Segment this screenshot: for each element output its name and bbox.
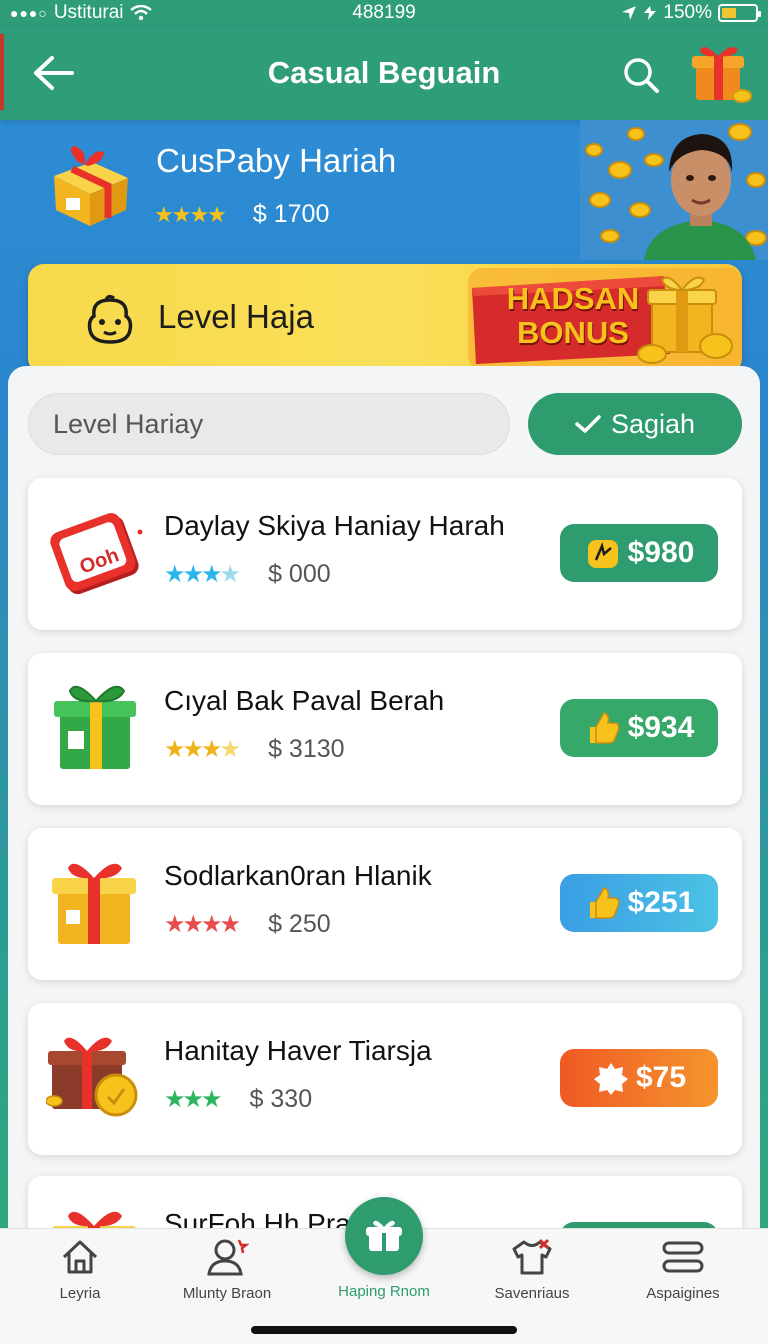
price-label: $980 xyxy=(627,536,695,569)
check-icon xyxy=(575,415,601,433)
price-button[interactable]: $251 xyxy=(560,874,718,932)
item-name: Sodlarkan0ran Hlanik xyxy=(164,860,432,891)
price-label: $934 xyxy=(627,711,695,744)
status-bar: ●●●○ Ustiturai 488199 150% xyxy=(0,0,768,26)
wifi-icon xyxy=(129,5,152,21)
item-card[interactable]: Sodlarkan0ran Hlanik ★★★★ $ 250 $251 xyxy=(28,828,742,980)
item-rating-stars: ★★★★ xyxy=(164,561,241,588)
level-label: Level Haja xyxy=(158,298,314,335)
level-face-icon xyxy=(84,294,136,346)
bonus-text: HADSAN BONUS xyxy=(488,282,658,350)
hero-gift-icon xyxy=(44,140,134,230)
price-label: $75 xyxy=(635,1061,687,1094)
item-rating-stars: ★★★★ xyxy=(164,911,241,938)
bonus-line-2: BONUS xyxy=(517,315,629,350)
back-arrow-icon xyxy=(34,56,74,90)
battery-percent: 150% xyxy=(663,2,712,23)
nav-item-aspaigines[interactable]: Aspaigines xyxy=(608,1237,758,1302)
red-ticket-icon: Ooh xyxy=(46,502,146,602)
item-rating-stars: ★★★★ xyxy=(164,736,241,763)
hero-section: CusPaby Hariah ★★★★ $ 1700 xyxy=(0,120,768,265)
app-bar: Casual Beguain xyxy=(0,26,768,120)
nav-item-haping-rnom[interactable] xyxy=(345,1197,423,1275)
green-gift-icon xyxy=(46,677,146,777)
home-icon xyxy=(62,1240,98,1274)
item-card[interactable]: Hanitay Haver Tiarsja ★★★ $ 330 $75 xyxy=(28,1003,742,1155)
sagiah-button[interactable]: Sagiah xyxy=(528,393,742,455)
nav-label: Haping Rnom xyxy=(338,1283,430,1300)
item-rating-stars: ★★★ xyxy=(164,1086,223,1113)
kid-with-coins-image xyxy=(580,120,768,260)
hero-title: CusPaby Hariah xyxy=(156,142,397,179)
location-arrow-icon xyxy=(622,6,637,20)
nav-item-leyria[interactable]: Leyria xyxy=(5,1237,155,1302)
thumbs-up-icon xyxy=(589,887,620,919)
sagiah-button-label: Sagiah xyxy=(610,408,696,439)
badge-star-icon xyxy=(593,1063,628,1095)
yellow-gift-icon xyxy=(46,852,146,952)
item-price-note: $ 250 xyxy=(268,910,331,938)
gift-basket-icon xyxy=(366,1220,402,1251)
item-name: Hanitay Haver Tiarsja xyxy=(164,1035,432,1066)
bonus-badge[interactable]: HADSAN BONUS xyxy=(468,268,742,370)
profile-icon xyxy=(207,1239,249,1276)
hero-price: $ 1700 xyxy=(252,200,330,228)
nav-label: Aspaigines xyxy=(646,1285,720,1302)
level-search-input[interactable] xyxy=(28,393,510,455)
clock: 488199 xyxy=(352,2,416,23)
nav-label: Savenriaus xyxy=(494,1285,570,1302)
nav-label: Mlunty Braon xyxy=(182,1285,272,1302)
hero-rating-stars: ★★★★ xyxy=(154,201,227,227)
bonus-line-1: HADSAN xyxy=(506,281,640,316)
item-card[interactable]: Ooh Daylay Skiya Haniay Harah ★★★★ $ 000… xyxy=(28,478,742,630)
battery-icon xyxy=(718,4,761,22)
price-button[interactable]: $934 xyxy=(560,699,718,757)
gold-crown-icon xyxy=(587,540,618,568)
item-name: Daylay Skiya Haniay Harah xyxy=(164,510,505,541)
item-name: Cıyal Bak Paval Berah xyxy=(164,685,445,716)
data-arrow-icon xyxy=(644,6,657,20)
signal-dots-icon: ●●●○ xyxy=(10,5,48,21)
nav-item-savenriaus[interactable]: Savenriaus xyxy=(457,1237,607,1302)
brown-gift-coin-icon xyxy=(45,1027,146,1127)
price-button[interactable]: $980 xyxy=(560,524,718,582)
price-button[interactable]: $75 xyxy=(560,1049,718,1107)
nav-label: Leyria xyxy=(59,1285,101,1302)
price-label: $251 xyxy=(627,886,695,919)
home-indicator[interactable] xyxy=(251,1326,517,1334)
menu-icon xyxy=(662,1241,704,1273)
item-price-note: $ 330 xyxy=(249,1085,313,1113)
search-button[interactable] xyxy=(616,50,666,100)
gift-button[interactable] xyxy=(690,40,754,106)
item-card[interactable]: Cıyal Bak Paval Berah ★★★★ $ 3130 $934 xyxy=(28,653,742,805)
item-price-note: $ 000 xyxy=(268,560,331,588)
shirt-icon xyxy=(512,1238,552,1275)
edge-accent xyxy=(0,34,4,110)
gift-box-icon xyxy=(692,47,752,103)
level-banner[interactable]: Level Haja HADSAN BONUS xyxy=(28,264,742,374)
search-icon xyxy=(624,58,659,93)
nav-item-mlunty-braon[interactable]: Mlunty Braon xyxy=(152,1237,302,1302)
carrier-label: Ustiturai xyxy=(53,2,124,23)
item-price-note: $ 3130 xyxy=(268,735,345,763)
thumbs-up-icon xyxy=(589,712,620,744)
back-button[interactable] xyxy=(28,48,78,98)
